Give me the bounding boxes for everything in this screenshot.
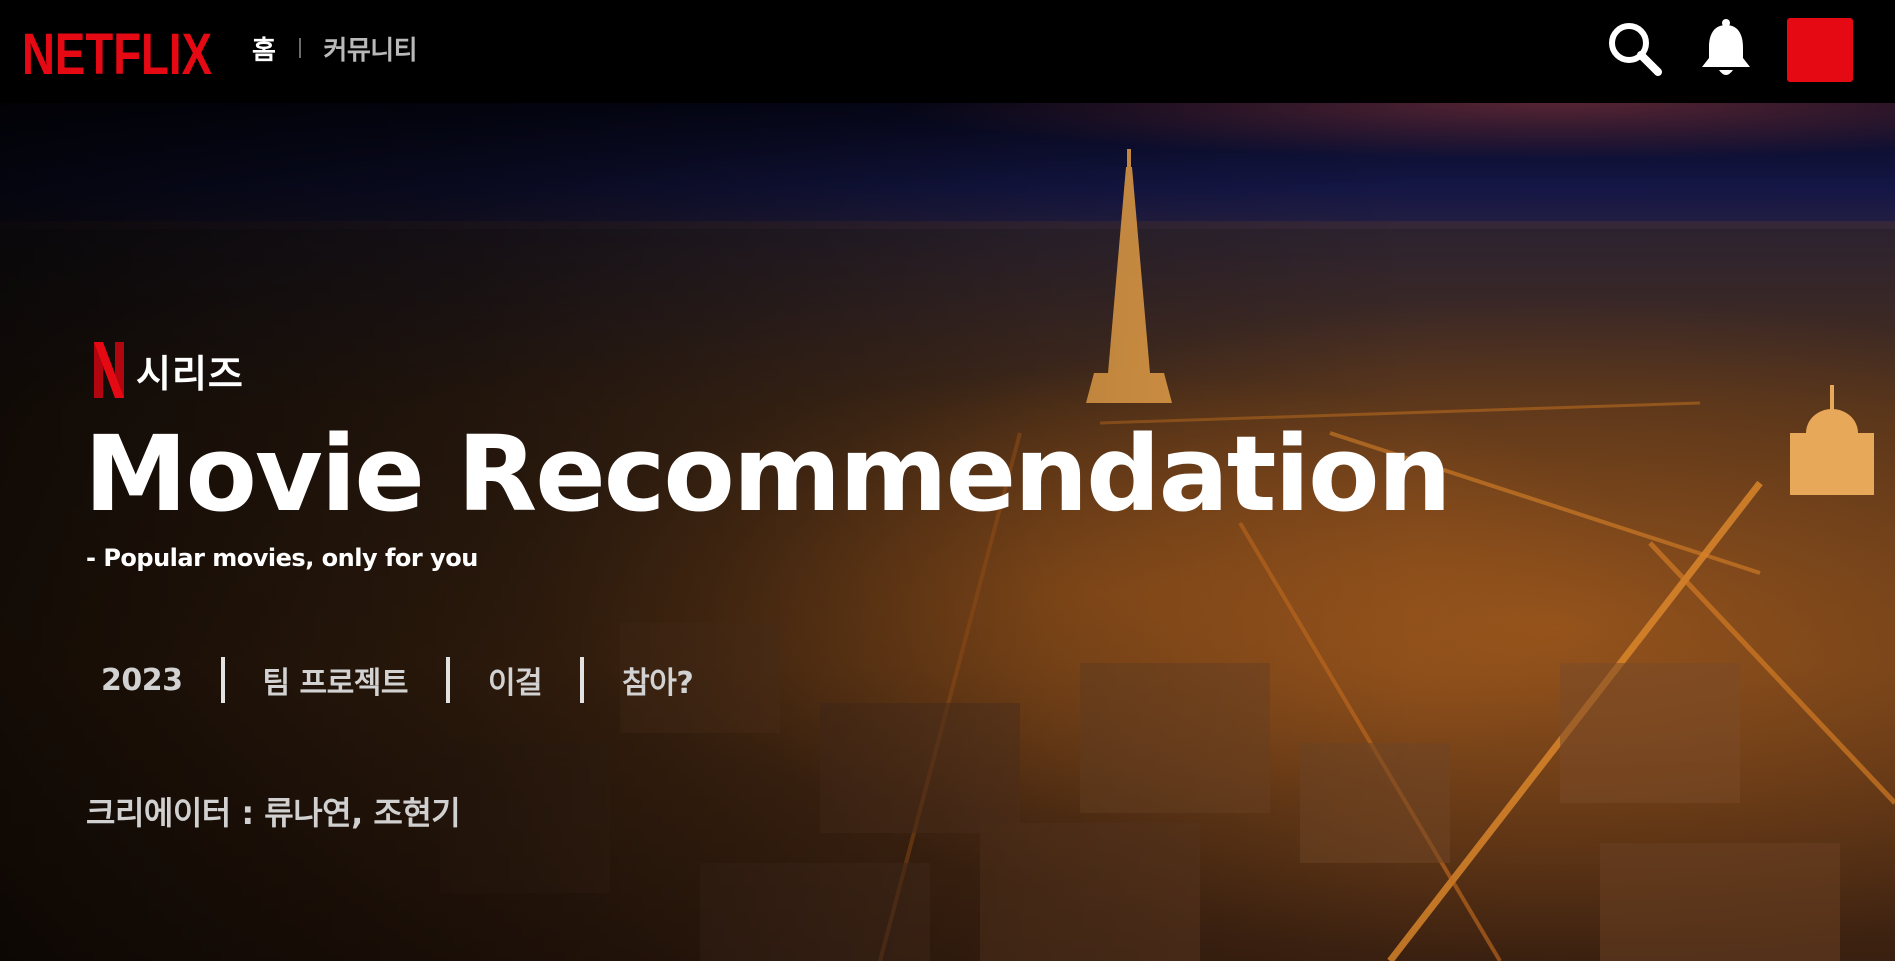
nav-community-link[interactable]: 커뮤니티 [323,30,417,67]
search-button[interactable] [1606,20,1664,78]
netflix-n-icon [94,342,124,398]
series-badge: 시리즈 [94,342,244,398]
top-navigation-bar: NETFLIX 홈 커뮤니티 [0,0,1895,103]
nav-home-link[interactable]: 홈 [252,30,276,67]
meta-type: 팀 프로젝트 [262,666,409,701]
hero-meta-row: 2023 팀 프로젝트 이걸 참아? [101,656,694,704]
hero-title: Movie Recommendation [84,413,1452,535]
meta-tag-2: 참아? [622,666,694,701]
netflix-page: NETFLIX 홈 커뮤니티 시리즈 Movie Recommendation … [0,0,1895,961]
bell-icon [1702,19,1750,75]
meta-divider [220,657,225,703]
series-label: 시리즈 [136,351,244,396]
meta-tag-1: 이걸 [487,666,543,701]
meta-divider [445,657,450,703]
nav-divider [299,38,302,58]
profile-avatar[interactable] [1787,18,1853,82]
search-icon [1609,23,1662,76]
meta-year: 2023 [101,662,183,698]
meta-divider [580,657,585,703]
notifications-button[interactable] [1698,18,1754,80]
logo-text: NETFLIX [22,22,212,82]
hero-subtitle: - Popular movies, only for you [86,544,478,572]
main-nav: 홈 커뮤니티 [252,30,418,67]
netflix-logo[interactable]: NETFLIX [22,18,214,82]
hero-creator: 크리에이터 : 류나연, 조현기 [86,794,461,832]
